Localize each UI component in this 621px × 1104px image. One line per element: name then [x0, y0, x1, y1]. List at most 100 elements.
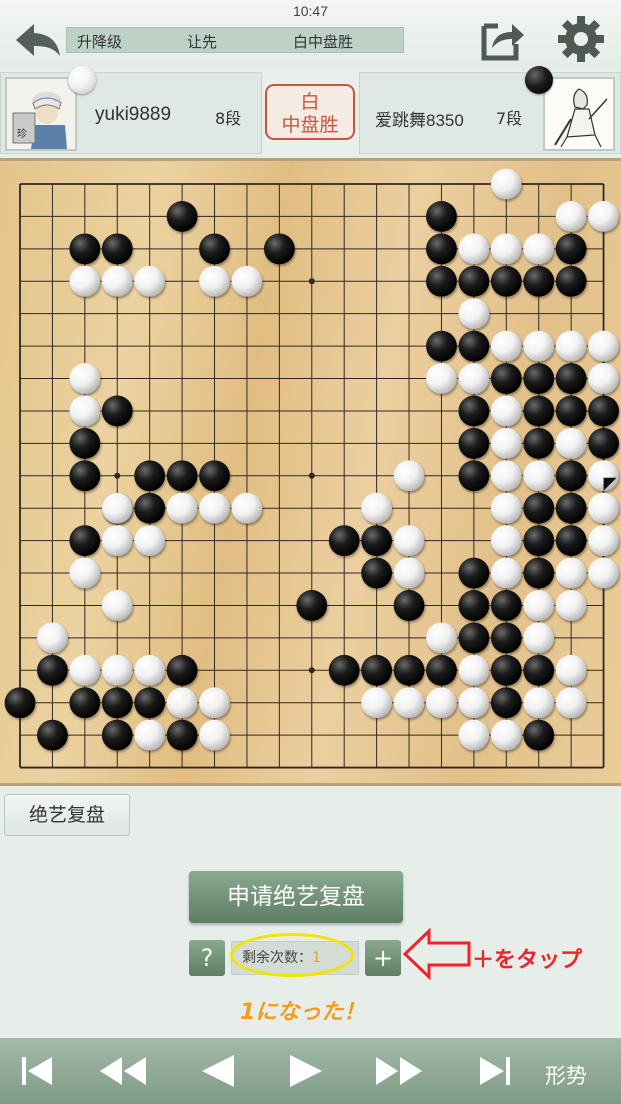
black-stone: [458, 460, 490, 492]
white-stone: [134, 525, 166, 557]
black-stone: [101, 719, 133, 751]
white-player-panel[interactable]: 珍 yuki9889 8段: [0, 72, 262, 154]
forward-ten-button[interactable]: [370, 1048, 430, 1094]
white-stone: [523, 622, 555, 654]
status-time: 10:47: [292, 3, 329, 19]
white-stone: [69, 654, 101, 686]
white-stone: [361, 492, 393, 524]
white-stone: [101, 590, 133, 621]
black-stone: [523, 654, 555, 686]
white-stone: [426, 622, 457, 654]
white-stone: [588, 330, 619, 362]
help-button[interactable]: ?: [189, 940, 225, 976]
white-stone: [523, 687, 555, 719]
white-stone: [37, 622, 68, 654]
black-stone: [555, 460, 587, 492]
black-player-panel[interactable]: 爱跳舞8350 7段: [359, 72, 621, 154]
white-stone: [69, 557, 101, 589]
white-stone: [166, 687, 198, 719]
white-stone: [490, 168, 522, 200]
black-stone: [458, 330, 490, 362]
white-stone: [490, 557, 522, 589]
white-stone: [134, 265, 166, 297]
black-stone: [134, 460, 166, 492]
black-stone: [490, 363, 522, 394]
black-stone: [458, 265, 490, 297]
forward-one-button[interactable]: [276, 1048, 336, 1094]
black-stone: [426, 265, 457, 297]
white-stone: [555, 427, 587, 459]
prev10-icon: [100, 1057, 146, 1085]
black-stone: [69, 460, 101, 492]
situation-button[interactable]: 形势: [545, 1060, 587, 1090]
black-stone: [523, 265, 555, 297]
share-icon: [481, 23, 524, 61]
black-stone: [263, 233, 295, 265]
black-stone: [555, 265, 587, 297]
black-stone: [490, 622, 522, 654]
black-stone: [523, 525, 555, 557]
white-stone: [69, 265, 101, 297]
black-stone: [4, 687, 36, 719]
black-stone-indicator: [525, 66, 553, 94]
last-icon: [480, 1057, 510, 1085]
tab-ai-review[interactable]: 绝艺复盘: [4, 794, 130, 836]
white-stone: [199, 687, 230, 719]
white-stone: [588, 492, 619, 524]
white-player-avatar[interactable]: 珍: [5, 77, 77, 151]
black-stone: [426, 201, 457, 232]
next-icon: [290, 1055, 322, 1087]
white-stone: [199, 265, 230, 297]
first-icon: [22, 1057, 52, 1085]
settings-button[interactable]: [556, 14, 606, 68]
highlight-ellipse: [230, 933, 354, 977]
go-board-grid[interactable]: [0, 161, 621, 783]
back-one-button[interactable]: [190, 1048, 250, 1094]
go-board[interactable]: [0, 158, 621, 786]
black-player-avatar[interactable]: [543, 77, 615, 151]
black-stone: [101, 687, 133, 719]
white-stone: [199, 719, 230, 751]
white-stone-indicator: [68, 66, 96, 94]
black-stone: [555, 492, 587, 524]
svg-text:珍: 珍: [17, 128, 27, 140]
back-arrow-icon: [16, 24, 60, 56]
result-seal-line2: 中盘胜: [281, 114, 339, 136]
black-stone: [166, 460, 198, 492]
last-move-button[interactable]: [464, 1048, 524, 1094]
white-stone: [555, 330, 587, 362]
white-stone: [523, 330, 555, 362]
black-stone: [426, 330, 457, 362]
white-stone: [490, 427, 522, 459]
share-button[interactable]: [480, 18, 526, 66]
white-player-name: yuki9889: [95, 104, 172, 125]
black-stone: [458, 622, 490, 654]
white-stone: [134, 654, 166, 686]
black-stone: [523, 427, 555, 459]
result-label: 白中盘胜: [293, 33, 354, 51]
back-button[interactable]: [12, 20, 64, 60]
back-ten-button[interactable]: [92, 1048, 152, 1094]
black-stone: [523, 719, 555, 751]
white-stone: [523, 233, 555, 265]
white-stone: [231, 492, 263, 524]
white-stone: [199, 492, 230, 524]
black-stone: [490, 590, 522, 621]
black-stone: [393, 654, 425, 686]
black-stone: [588, 395, 619, 427]
add-count-button[interactable]: +: [365, 940, 401, 976]
annotation-result-note: 1になった！: [240, 1000, 366, 1025]
black-stone: [555, 395, 587, 427]
prev-icon: [202, 1055, 234, 1087]
next10-icon: [376, 1057, 422, 1085]
white-stone: [101, 654, 133, 686]
star-point: [308, 278, 315, 285]
black-stone: [426, 654, 457, 686]
apply-ai-review-button[interactable]: 申请绝艺复盘: [189, 871, 403, 923]
gear-icon: [558, 16, 604, 62]
first-move-button[interactable]: [8, 1048, 68, 1094]
white-stone: [490, 719, 522, 751]
white-stone: [231, 265, 263, 297]
game-info-strip: 升降级 让先 白中盘胜: [66, 27, 404, 53]
white-stone: [458, 719, 490, 751]
